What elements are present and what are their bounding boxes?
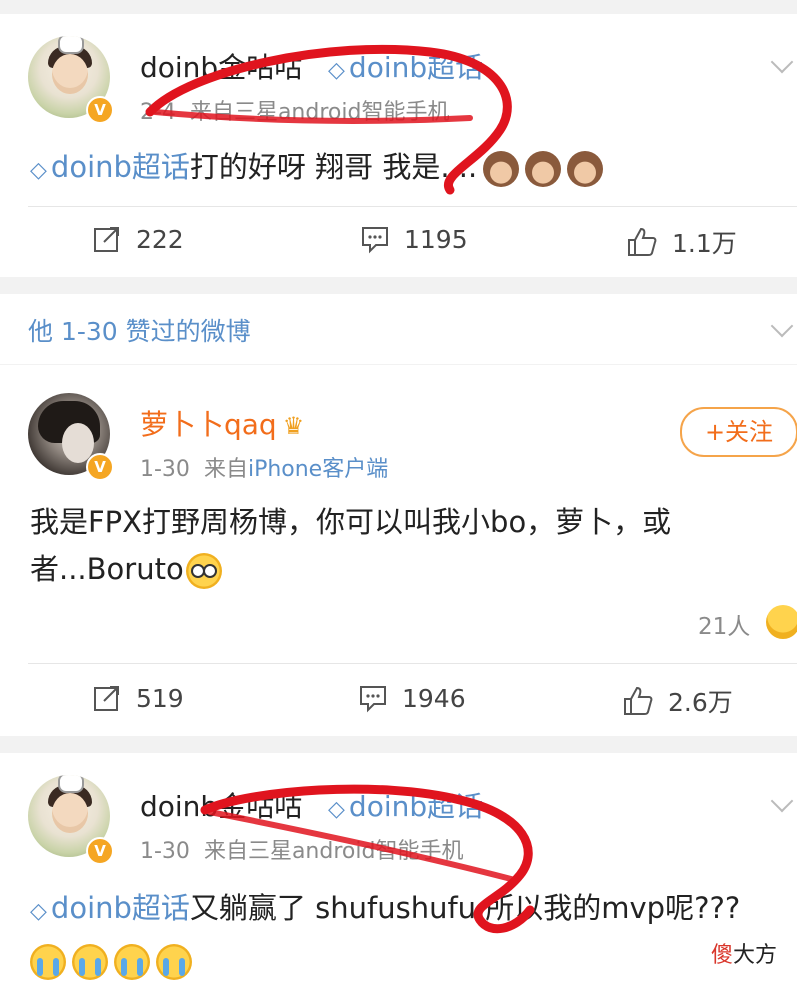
chevron-down-icon[interactable] [770, 789, 794, 813]
author-name[interactable]: 萝卜卜qaq ♛ [140, 403, 304, 443]
post-card-2: V 萝卜卜qaq ♛ 1-30 来自iPhone客户端 +关注 我是FPX打野周杨… [0, 365, 797, 736]
chaohua-tag[interactable]: ◇ doinb超话 [30, 150, 190, 184]
comment-button[interactable]: 1946 [358, 683, 466, 713]
verified-badge-icon: V [86, 453, 114, 481]
chaohua-link[interactable]: ◇ doinb超话 [328, 46, 483, 86]
follow-button[interactable]: +关注 [680, 407, 797, 457]
monkey-emoji-icon [567, 151, 604, 187]
monkey-emoji-icon [483, 151, 520, 187]
post-card-1: V doinb金咕咕 ◇ doinb超话 2-4 来自三星android智能手机 … [0, 14, 797, 277]
likers-count[interactable]: 21人 [698, 607, 750, 641]
author-name[interactable]: doinb金咕咕 [140, 46, 302, 86]
monkey-emoji-icon [525, 151, 562, 187]
diamond-icon: ◇ [328, 58, 345, 83]
crying-emoji-icon [114, 944, 150, 980]
section-header: 他 1-30 赞过的微博 [0, 294, 797, 364]
crying-emoji-icon [156, 944, 192, 980]
chevron-down-icon[interactable] [770, 314, 794, 338]
crying-emoji-icon [72, 944, 108, 980]
section-title: 他 1-30 赞过的微博 [28, 317, 251, 346]
like-button[interactable]: 2.6万 [622, 683, 733, 719]
grin-emoji-icon [766, 605, 797, 639]
post-text: ◇ doinb超话打的好呀 翔哥 我是.... [30, 144, 604, 194]
post-card-3: V doinb金咕咕 ◇ doinb超话 1-30 来自三星android智能手机… [0, 753, 797, 995]
diamond-icon: ◇ [328, 797, 345, 822]
like-button[interactable]: 1.1万 [626, 224, 737, 260]
divider [28, 663, 797, 664]
chaohua-tag[interactable]: ◇ doinb超话 [30, 891, 190, 925]
post-text: ◇ doinb超话又躺赢了 shufushufu 所以我的mvp呢??? [30, 885, 740, 984]
crying-emoji-icon [30, 944, 66, 980]
crown-icon: ♛ [282, 412, 305, 440]
thumbs-up-icon [624, 686, 653, 715]
author-name[interactable]: doinb金咕咕 [140, 785, 302, 825]
repost-button[interactable]: 222 [92, 224, 184, 254]
comment-icon [362, 227, 388, 254]
post-meta: 1-30 来自iPhone客户端 [140, 457, 389, 482]
glasses-emoji-icon [185, 553, 222, 589]
post-text: 我是FPX打野周杨博，你可以叫我小bo，萝卜，或 者...Boruto [30, 499, 671, 593]
comment-icon [360, 686, 386, 713]
watermark: 傻大方 [710, 943, 777, 968]
post-meta: 2-4 来自三星android智能手机 [140, 100, 450, 125]
post-meta: 1-30 来自三星android智能手机 [140, 839, 464, 864]
diamond-icon: ◇ [30, 899, 47, 924]
chaohua-link[interactable]: ◇ doinb超话 [328, 785, 483, 825]
repost-icon [94, 227, 119, 252]
repost-icon [94, 686, 119, 711]
comment-button[interactable]: 1195 [360, 224, 468, 254]
repost-button[interactable]: 519 [92, 683, 184, 713]
divider [28, 206, 797, 207]
chevron-down-icon[interactable] [770, 50, 794, 74]
verified-badge-icon: V [86, 96, 114, 124]
diamond-icon: ◇ [30, 158, 47, 183]
verified-badge-icon: V [86, 837, 114, 865]
thumbs-up-icon [628, 227, 657, 256]
